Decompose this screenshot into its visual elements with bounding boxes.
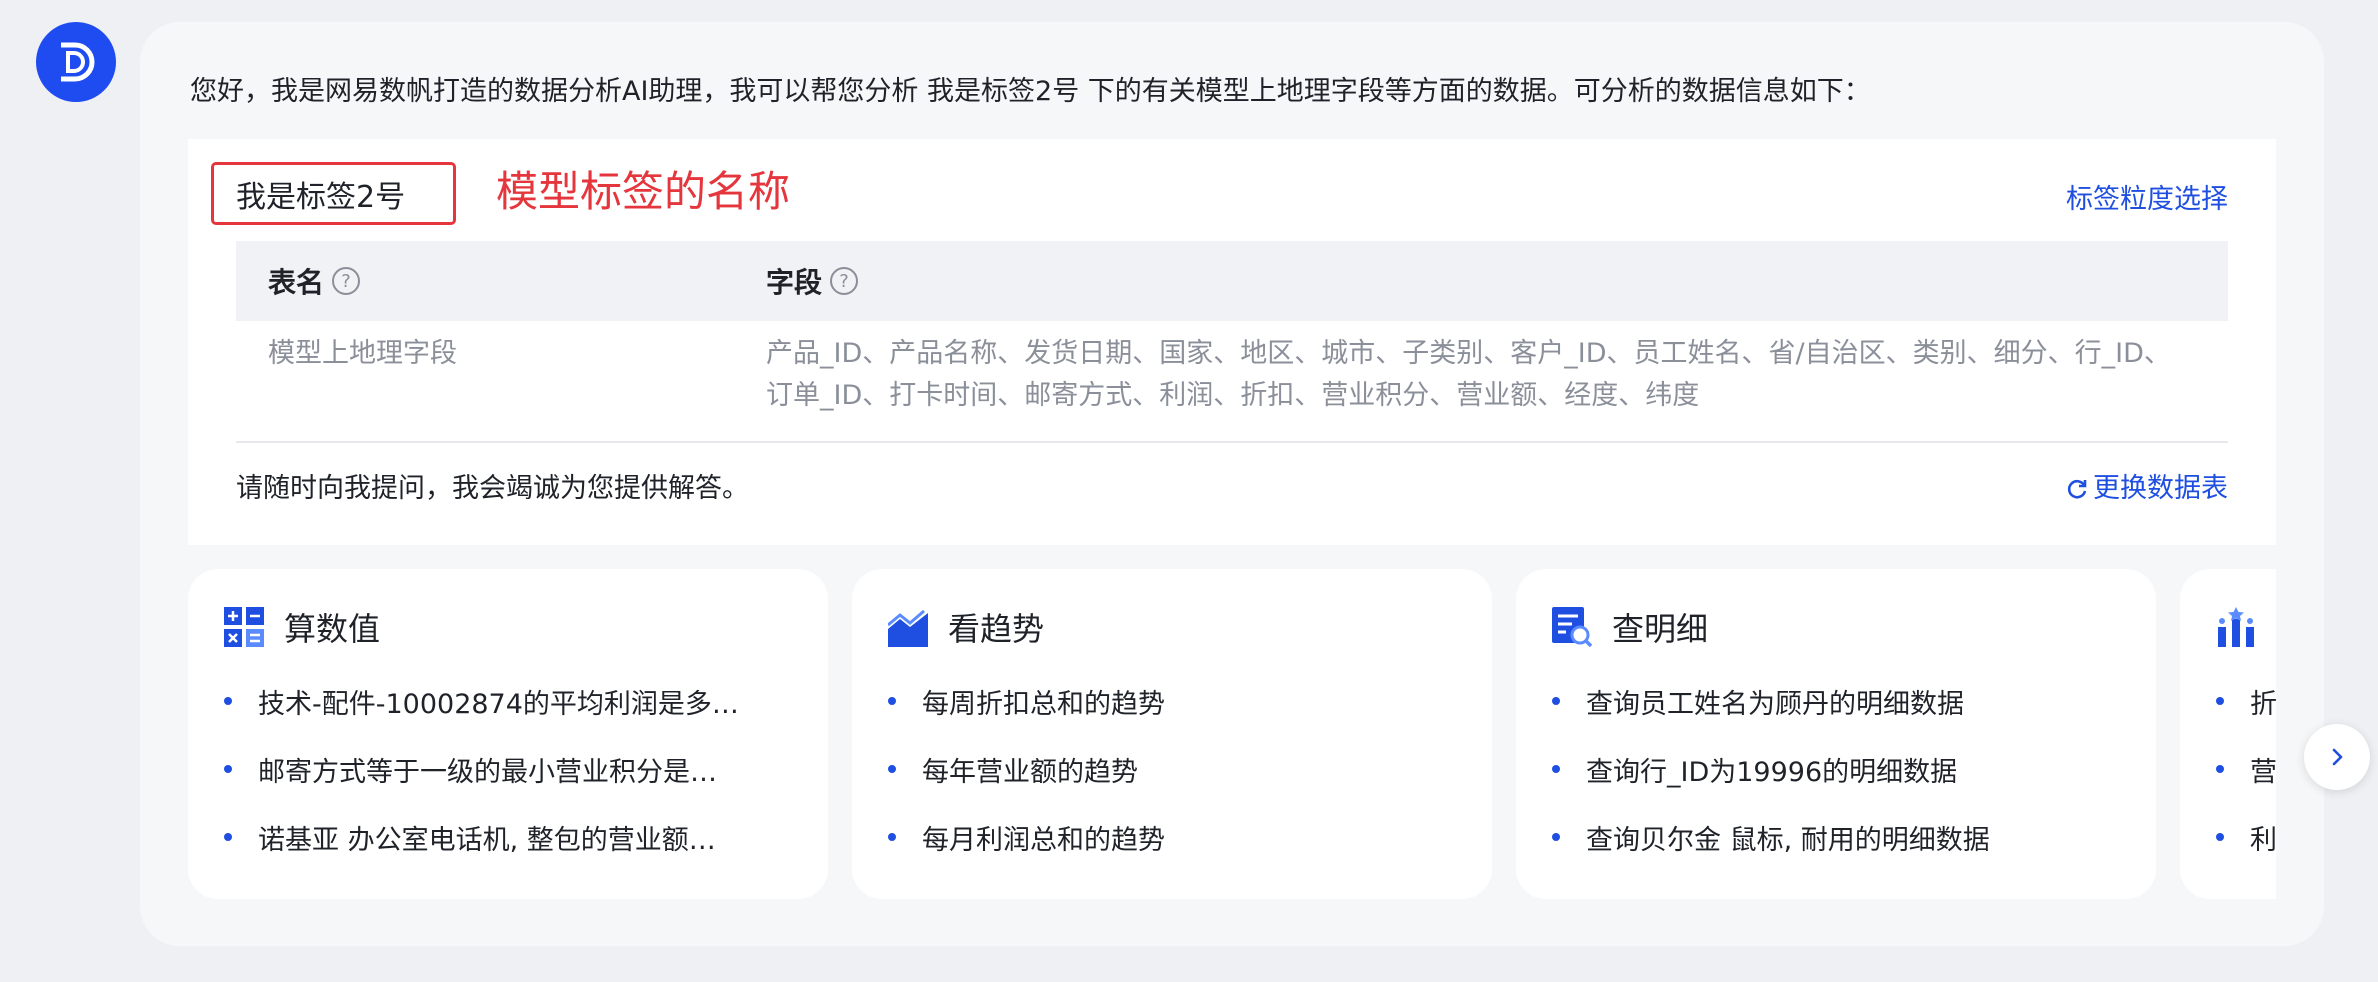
ranking-icon (2218, 607, 2254, 647)
card-title: 算数值 (224, 605, 380, 649)
intro-text: 您好，我是网易数帆打造的数据分析AI助理，我可以帮您分析 我是标签2号 下的有关… (190, 76, 1871, 107)
model-tag-annotation: 模型标签的名称 (496, 167, 791, 216)
help-icon[interactable]: ? (830, 267, 859, 295)
fields-cell: 产品_ID、产品名称、发货日期、国家、地区、城市、子类别、客户_ID、员工姓名、… (766, 338, 2171, 411)
next-cards-button[interactable] (2304, 724, 2370, 790)
suggestion-item[interactable]: 每月利润总和的趋势 (888, 803, 1468, 871)
model-tag-label: 我是标签2号 (236, 179, 406, 215)
column-header-label: 字段 (766, 266, 823, 299)
suggestion-item[interactable]: 每周折扣总和的趋势 (888, 667, 1468, 735)
suggestion-item[interactable]: 查询贝尔金 鼠标, 耐用的明细数据 (1552, 803, 2132, 871)
suggestion-item[interactable]: 诺基亚 办公室电话机, 整包的营业额… (224, 803, 804, 871)
assistant-message-bubble: 您好，我是网易数帆打造的数据分析AI助理，我可以帮您分析 我是标签2号 下的有关… (140, 22, 2370, 946)
suggestion-card-trend: 看趋势 每周折扣总和的趋势 每年营业额的趋势 每月利润总和的趋势 (852, 569, 1492, 899)
tag-granularity-link[interactable]: 标签粒度选择 (2066, 177, 2228, 216)
suggestion-card-detail: 查明细 查询员工姓名为顾丹的明细数据 查询行_ID为19996的明细数据 查询贝… (1516, 569, 2156, 899)
suggestion-item[interactable]: 利 (2216, 803, 2276, 871)
card-title-label: 查明细 (1612, 610, 1709, 648)
assistant-logo-icon (61, 42, 95, 82)
suggestion-item[interactable]: 查询行_ID为19996的明细数据 (1552, 735, 2132, 803)
suggestion-item[interactable]: 折 (2216, 667, 2276, 735)
change-table-button[interactable]: 更换数据表 (2065, 469, 2228, 509)
prompt-text: 请随时向我提问，我会竭诚为您提供解答。 (236, 473, 749, 504)
change-table-label: 更换数据表 (2093, 473, 2228, 504)
suggestion-item[interactable]: 邮寄方式等于一级的最小营业积分是… (224, 735, 804, 803)
table-name-cell: 模型上地理字段 (268, 338, 457, 369)
assistant-avatar (36, 22, 116, 102)
column-header-table-name: 表名 ? (268, 241, 361, 321)
trend-icon (888, 609, 928, 647)
data-info-panel: 我是标签2号 模型标签的名称 标签粒度选择 表名 ? 字段 ? 模型上地理字段 … (188, 139, 2276, 545)
column-header-fields: 字段 ? (766, 241, 859, 321)
suggestion-item[interactable]: 每年营业额的趋势 (888, 735, 1468, 803)
table-row: 模型上地理字段 产品_ID、产品名称、发货日期、国家、地区、城市、子类别、客户_… (236, 321, 2228, 443)
table-header: 表名 ? 字段 ? (236, 241, 2228, 321)
card-title-label: 看趋势 (948, 610, 1045, 648)
detail-search-icon (1552, 607, 1592, 647)
suggestion-cards: 算数值 技术-配件-10002874的平均利润是多… 邮寄方式等于一级的最小营业… (188, 569, 2276, 899)
suggestion-card-calculate: 算数值 技术-配件-10002874的平均利润是多… 邮寄方式等于一级的最小营业… (188, 569, 828, 899)
suggestion-item[interactable]: 查询员工姓名为顾丹的明细数据 (1552, 667, 2132, 735)
card-title-label: 算数值 (284, 610, 381, 648)
chevron-right-icon (2332, 748, 2343, 766)
help-icon[interactable]: ? (332, 267, 361, 295)
suggestion-card-ranking: 折 营 利 (2180, 569, 2276, 899)
card-title: 查明细 (1552, 605, 1708, 649)
model-tag-name: 我是标签2号 (211, 162, 456, 225)
column-header-label: 表名 (268, 266, 325, 299)
refresh-icon (2067, 479, 2087, 499)
card-title: 看趋势 (888, 605, 1044, 649)
calculator-icon (224, 607, 264, 647)
suggestion-item[interactable]: 营 (2216, 735, 2276, 803)
suggestion-item[interactable]: 技术-配件-10002874的平均利润是多… (224, 667, 804, 735)
card-title (2216, 605, 2276, 649)
